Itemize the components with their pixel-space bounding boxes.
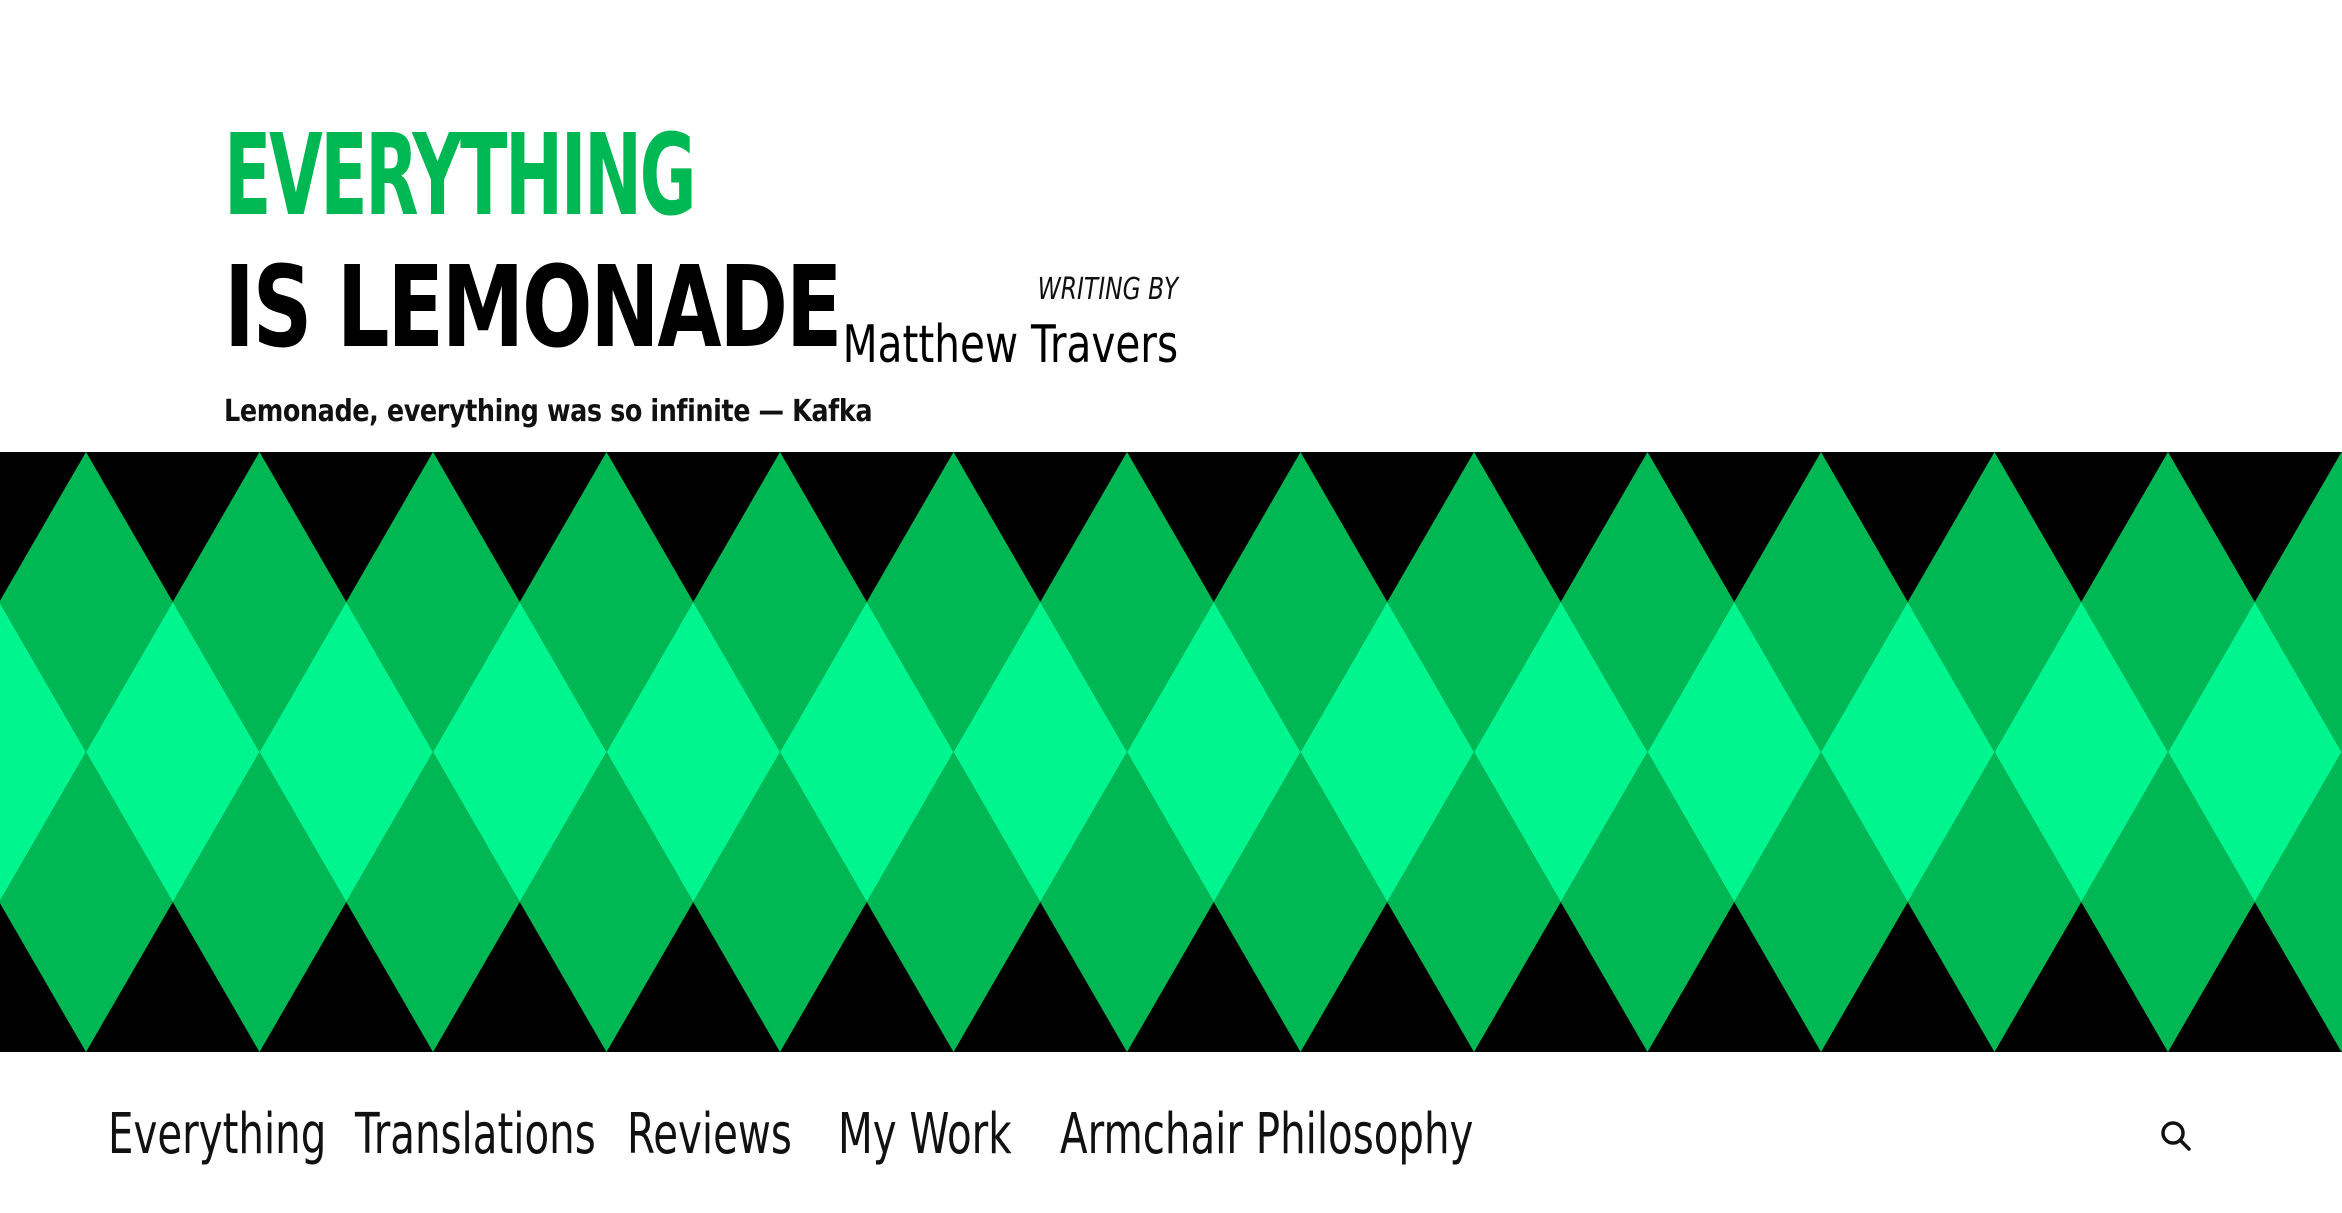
- site-title-line-1: Everything: [224, 111, 697, 241]
- nav-item-armchair-philosophy-slot: Armchair Philosophy: [1060, 1102, 1473, 1167]
- site-tagline: Lemonade, everything was so infinite — K…: [224, 394, 873, 429]
- nav-item-my-work[interactable]: My Work: [838, 1102, 1079, 1167]
- nav-item-everything-slot: Everything: [108, 1102, 355, 1167]
- nav-item-translations-slot: Translations: [355, 1102, 627, 1167]
- nav-item-label: Translations: [355, 1102, 596, 1167]
- nav-item-reviews[interactable]: Reviews: [627, 1102, 856, 1167]
- nav-item-label: Reviews: [627, 1102, 792, 1167]
- harlequin-banner: [0, 452, 2342, 1052]
- harlequin-pattern: [0, 452, 2342, 1052]
- nav-item-label: Armchair Philosophy: [1060, 1102, 1474, 1167]
- byline: Writing by Matthew Travers: [748, 272, 1178, 375]
- site-header: Everything is Lemonade Lemonade, everyth…: [0, 0, 2342, 452]
- nav-list: Everything Translations Reviews My Work …: [108, 1102, 1473, 1167]
- nav-item-my-work-slot: My Work: [838, 1102, 1060, 1167]
- page: Everything is Lemonade Lemonade, everyth…: [0, 0, 2342, 1213]
- search-icon: [2161, 1121, 2191, 1151]
- author-name: Matthew Travers: [842, 315, 1178, 375]
- nav-item-reviews-slot: Reviews: [627, 1102, 838, 1167]
- main-navigation: Everything Translations Reviews My Work …: [0, 1052, 2342, 1213]
- nav-item-label: My Work: [838, 1102, 1012, 1167]
- byline-label: Writing by: [1037, 272, 1178, 307]
- search-button[interactable]: [2158, 1118, 2194, 1154]
- nav-item-label: Everything: [108, 1102, 327, 1167]
- nav-item-armchair-philosophy[interactable]: Armchair Philosophy: [1060, 1102, 1634, 1167]
